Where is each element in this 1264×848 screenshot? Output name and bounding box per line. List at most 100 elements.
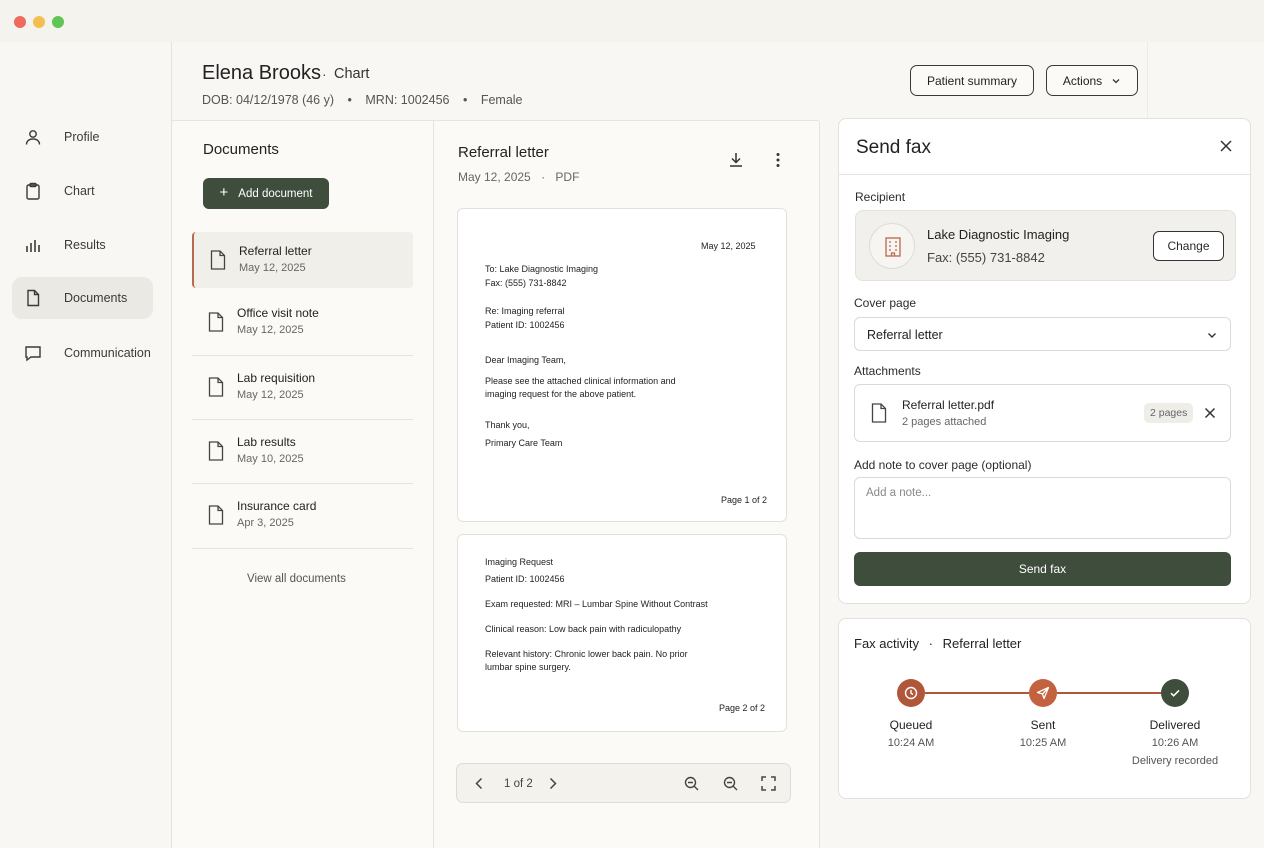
minimize-window-button[interactable]: [33, 16, 45, 28]
sidebar-item-results[interactable]: Results: [12, 224, 153, 266]
fullscreen-icon[interactable]: [760, 775, 777, 792]
sidebar-item-label: Chart: [64, 184, 95, 198]
list-divider: [192, 483, 413, 484]
actions-label: Actions: [1062, 73, 1103, 88]
meta-dot: •: [347, 93, 352, 107]
document-date: May 12, 2025: [237, 324, 304, 336]
chevron-left-icon[interactable]: [471, 775, 488, 792]
meta-dot: ·: [928, 636, 933, 651]
chevron-right-icon[interactable]: [544, 775, 561, 792]
document-page-2: Imaging Request Patient ID: 1002456 Exam…: [457, 534, 787, 732]
maximize-window-button[interactable]: [52, 16, 64, 28]
page-footer: Page 2 of 2: [719, 703, 766, 713]
document-name: Referral letter: [239, 244, 312, 258]
close-icon[interactable]: [1218, 138, 1234, 154]
step-time: 10:25 AM: [1019, 737, 1067, 749]
sidebar-item-communication[interactable]: Communication: [12, 332, 153, 374]
actions-dropdown-button[interactable]: Actions: [1046, 65, 1138, 96]
send-fax-label: Send fax: [1018, 562, 1067, 576]
person-icon: [25, 130, 41, 145]
patient-dob: DOB: 04/12/1978 (46 y): [202, 93, 335, 107]
header-divider: [1147, 42, 1148, 118]
send-fax-panel: Send fax Recipient Lake Diagnostic Imagi…: [838, 118, 1251, 604]
document-icon: [208, 312, 224, 332]
page-section-title: Chart: [334, 66, 370, 82]
zoom-out-icon[interactable]: [683, 775, 700, 792]
patient-summary-button[interactable]: Patient summary: [910, 65, 1034, 96]
document-list-item[interactable]: Lab results May 10, 2025: [192, 423, 413, 479]
request-title: Imaging Request: [485, 557, 554, 567]
letter-date: May 12, 2025: [701, 241, 756, 251]
letter-greeting: Dear Imaging Team,: [485, 355, 566, 365]
patient-meta: DOB: 04/12/1978 (46 y) • MRN: 1002456 • …: [202, 93, 533, 107]
preview-title: Referral letter: [458, 144, 549, 161]
zoom-out-icon[interactable]: [722, 775, 739, 792]
sidebar-item-label: Communication: [64, 346, 151, 360]
sidebar: [0, 42, 171, 848]
document-name: Lab requisition: [237, 371, 316, 385]
add-document-button[interactable]: + Add document: [203, 178, 329, 209]
recipient-name: Lake Diagnostic Imaging: [927, 227, 1070, 242]
document-date: May 12, 2025: [239, 262, 306, 274]
meta-dot: •: [462, 93, 468, 107]
cover-page-label: Cover page: [854, 296, 917, 310]
attachment-subtitle: 2 pages attached: [902, 416, 987, 428]
page-count-badge: 2 pages: [1144, 403, 1194, 423]
timeline-step-queued: [897, 679, 925, 707]
sidebar-item-label: Results: [64, 238, 106, 252]
sidebar-item-profile[interactable]: Profile: [12, 116, 153, 158]
letter-fax: Fax: (555) 731-8842: [485, 278, 567, 288]
chat-bubble-icon: [25, 346, 41, 362]
building-icon: [885, 237, 901, 257]
document-list-item[interactable]: Referral letter May 12, 2025: [192, 232, 413, 288]
cover-page-select[interactable]: Referral letter: [854, 317, 1231, 351]
attachments-label: Attachments: [854, 364, 921, 378]
preview-date: May 12, 2025: [458, 170, 531, 184]
close-icon[interactable]: [1204, 407, 1216, 419]
sidebar-item-label: Documents: [64, 291, 128, 305]
document-list-item[interactable]: Insurance card Apr 3, 2025: [192, 487, 413, 543]
document-list-item[interactable]: Office visit note May 12, 2025: [192, 294, 413, 350]
preview-meta: May 12, 2025 · PDF: [458, 170, 579, 184]
document-icon: [208, 441, 224, 461]
sidebar-item-chart[interactable]: Chart: [12, 170, 153, 212]
cover-note-input[interactable]: [854, 477, 1231, 539]
patient-name: Elena Brooks: [202, 62, 321, 84]
download-icon[interactable]: [727, 151, 745, 169]
document-date: May 10, 2025: [237, 453, 304, 465]
header-separator: ·: [322, 66, 327, 82]
recipient-avatar: [869, 223, 915, 269]
send-fax-button[interactable]: Send fax: [854, 552, 1231, 586]
document-list-item[interactable]: Lab requisition May 12, 2025: [192, 359, 413, 415]
change-recipient-button[interactable]: Change: [1153, 231, 1224, 261]
timeline-step-delivered: [1161, 679, 1189, 707]
page-footer: Page 1 of 2: [721, 495, 768, 505]
document-name: Lab results: [237, 435, 296, 449]
fax-activity-title: Fax activity · Referral letter: [854, 636, 1021, 651]
document-name: Office visit note: [237, 306, 319, 320]
close-window-button[interactable]: [14, 16, 26, 28]
step-label: Queued: [889, 718, 933, 732]
letter-patient-id: Patient ID: 1002456: [485, 320, 565, 330]
sidebar-item-label: Profile: [64, 130, 100, 144]
document-page-1: May 12, 2025 To: Lake Diagnostic Imaging…: [457, 208, 787, 522]
step-label: Delivered: [1149, 718, 1201, 732]
view-all-documents-link[interactable]: View all documents: [247, 573, 346, 585]
more-options-icon[interactable]: [769, 151, 787, 169]
page-indicator: 1 of 2: [504, 778, 533, 790]
patient-mrn: MRN: 1002456: [365, 93, 450, 107]
chevron-down-icon: [1112, 78, 1120, 83]
letter-body-line: imaging request for the above patient.: [485, 389, 637, 399]
sidebar-item-documents[interactable]: Documents: [12, 277, 153, 319]
letter-body-line: Please see the attached clinical informa…: [485, 376, 676, 386]
patient-sex: Female: [480, 93, 523, 107]
preview-format: PDF: [555, 170, 580, 184]
list-divider: [192, 548, 413, 549]
timeline-connector: [925, 692, 1029, 694]
step-time: 10:26 AM: [1151, 737, 1199, 749]
document-date: Apr 3, 2025: [237, 517, 294, 529]
send-fax-title: Send fax: [856, 137, 931, 158]
attachment-item: Referral letter.pdf 2 pages attached 2 p…: [854, 384, 1231, 442]
document-icon: [871, 403, 887, 423]
step-label: Sent: [1030, 718, 1056, 732]
